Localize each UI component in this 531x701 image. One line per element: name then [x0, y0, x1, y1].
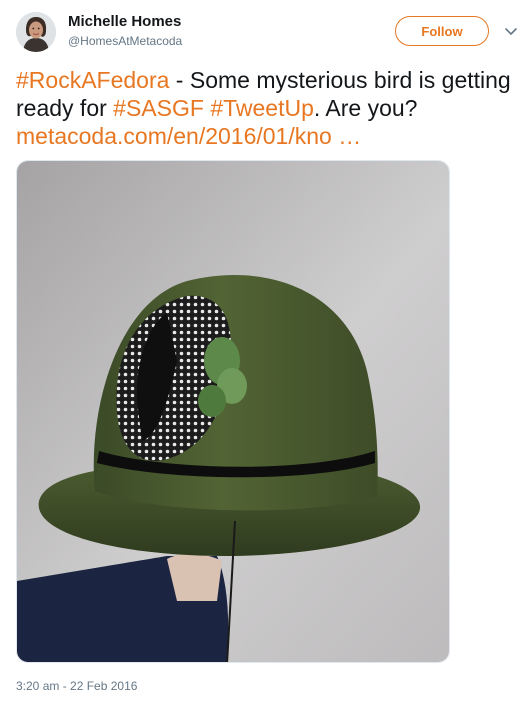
chevron-down-icon[interactable]: [504, 24, 518, 38]
tweet-header: Michelle Homes @HomesAtMetacoda Follow: [16, 12, 519, 56]
hashtag-tweetup[interactable]: #TweetUp: [210, 95, 314, 121]
hashtag-rockafedora[interactable]: #RockAFedora: [16, 67, 169, 93]
hat-photo: [17, 161, 449, 662]
author-name[interactable]: Michelle Homes: [68, 13, 181, 30]
avatar-photo: [16, 12, 56, 52]
hashtag-sasgf[interactable]: #SASGF: [113, 95, 204, 121]
tweet-text: #RockAFedora - Some mysterious bird is g…: [16, 66, 516, 150]
tweet-text-part-3: . Are you?: [313, 95, 418, 121]
tweet-timestamp[interactable]: 3:20 am - 22 Feb 2016: [16, 679, 137, 693]
avatar[interactable]: [16, 12, 56, 52]
tweet-media[interactable]: [16, 160, 450, 663]
tweet-link[interactable]: metacoda.com/en/2016/01/kno …: [16, 123, 361, 149]
author-handle[interactable]: @HomesAtMetacoda: [68, 34, 182, 48]
follow-button[interactable]: Follow: [395, 16, 489, 46]
